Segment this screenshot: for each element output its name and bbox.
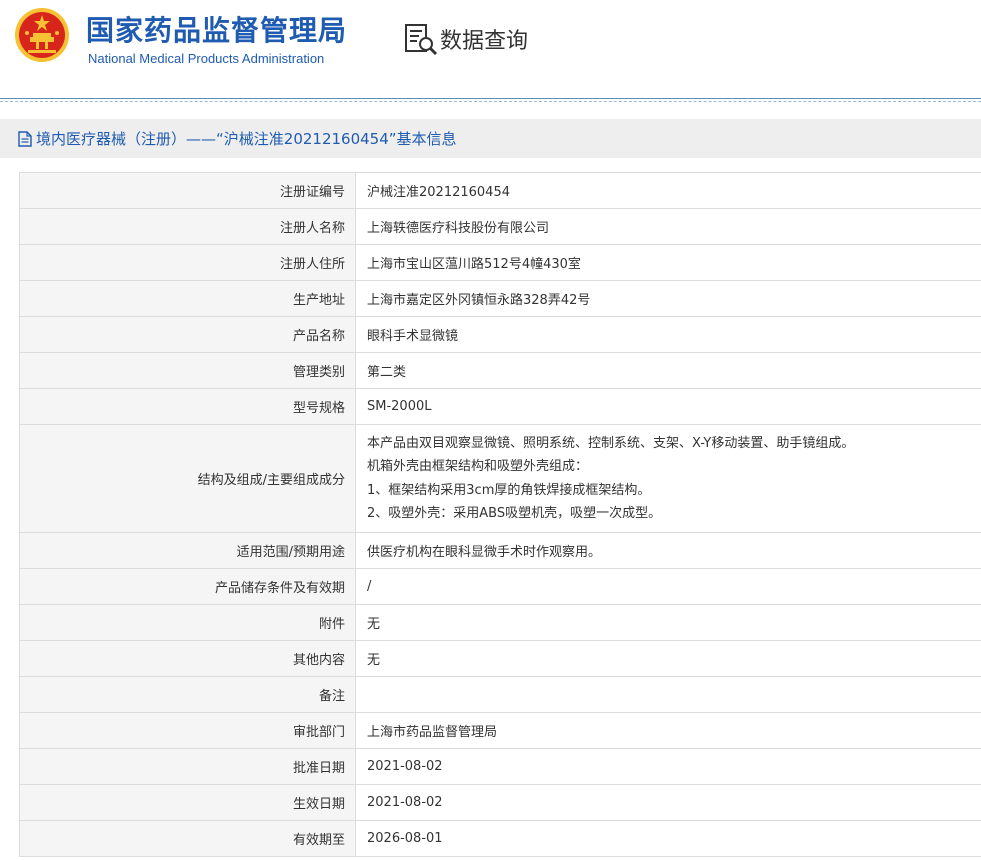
table-row: 其他内容 无 [19, 640, 981, 677]
field-value: 2026-08-01 [355, 820, 981, 857]
field-value: SM-2000L [355, 388, 981, 425]
field-value [355, 676, 981, 713]
field-label: 产品名称 [19, 316, 356, 353]
site-title[interactable]: 国家药品监督管理局 [86, 9, 347, 49]
field-value: 2021-08-02 [355, 784, 981, 821]
field-label: 注册人住所 [19, 244, 356, 281]
field-value-line: 1、框架结构采用3cm厚的角铁焊接成框架结构。 [367, 482, 651, 498]
table-row: 批准日期 2021-08-02 [19, 748, 981, 785]
field-label: 其他内容 [19, 640, 356, 677]
header-divider-dashed [0, 101, 981, 102]
document-search-icon [405, 24, 438, 56]
device-info-table: 注册证编号 沪械注准20212160454 注册人名称 上海轶德医疗科技股份有限… [19, 172, 981, 857]
table-row: 适用范围/预期用途 供医疗机构在眼科显微手术时作观察用。 [19, 532, 981, 569]
national-emblem-icon [15, 8, 69, 62]
field-value: 第二类 [355, 352, 981, 389]
field-value-line: 2、吸塑外壳：采用ABS吸塑机壳，吸塑一次成型。 [367, 506, 662, 521]
table-row: 注册证编号 沪械注准20212160454 [19, 172, 981, 209]
field-label: 适用范围/预期用途 [19, 532, 356, 569]
table-row: 审批部门 上海市药品监督管理局 [19, 712, 981, 749]
field-label: 产品储存条件及有效期 [19, 568, 356, 605]
table-row: 型号规格 SM-2000L [19, 388, 981, 425]
field-value: / [355, 568, 981, 605]
field-label: 附件 [19, 604, 356, 641]
field-label: 生产地址 [19, 280, 356, 317]
field-value-line: 本产品由双目观察显微镜、照明系统、控制系统、支架、X-Y移动装置、助手镜组成。 [367, 435, 855, 451]
field-value: 上海市药品监督管理局 [355, 712, 981, 749]
data-query-link[interactable]: 数据查询 [404, 22, 528, 56]
field-value: 供医疗机构在眼科显微手术时作观察用。 [355, 532, 981, 569]
table-row: 注册人名称 上海轶德医疗科技股份有限公司 [19, 208, 981, 245]
table-row: 结构及组成/主要组成成分 本产品由双目观察显微镜、照明系统、控制系统、支架、X-… [19, 424, 981, 533]
field-label: 生效日期 [19, 784, 356, 821]
field-label: 注册证编号 [19, 172, 356, 209]
field-value-multiline: 本产品由双目观察显微镜、照明系统、控制系统、支架、X-Y移动装置、助手镜组成。 … [355, 424, 981, 533]
field-label: 批准日期 [19, 748, 356, 785]
site-subtitle: National Medical Products Administration [88, 51, 325, 66]
field-label: 审批部门 [19, 712, 356, 749]
table-row: 管理类别 第二类 [19, 352, 981, 389]
data-query-label: 数据查询 [440, 29, 529, 54]
site-header: 国家药品监督管理局 National Medical Products Admi… [0, 0, 981, 92]
field-value: 无 [355, 604, 981, 641]
field-value: 沪械注准20212160454 [355, 172, 981, 209]
field-label: 有效期至 [19, 820, 356, 857]
table-row: 附件 无 [19, 604, 981, 641]
table-row: 生产地址 上海市嘉定区外冈镇恒永路328弄42号 [19, 280, 981, 317]
table-row: 有效期至 2026-08-01 [19, 820, 981, 857]
table-row: 产品储存条件及有效期 / [19, 568, 981, 605]
field-label: 备注 [19, 676, 356, 713]
field-value: 上海市宝山区蕰川路512号4幢430室 [355, 244, 981, 281]
header-divider [0, 98, 981, 99]
field-value: 上海轶德医疗科技股份有限公司 [355, 208, 981, 245]
field-value: 眼科手术显微镜 [355, 316, 981, 353]
field-label: 注册人名称 [19, 208, 356, 245]
field-label: 型号规格 [19, 388, 356, 425]
table-row: 备注 [19, 676, 981, 713]
table-row: 生效日期 2021-08-02 [19, 784, 981, 821]
table-row: 注册人住所 上海市宝山区蕰川路512号4幢430室 [19, 244, 981, 281]
field-value: 无 [355, 640, 981, 677]
field-value: 2021-08-02 [355, 748, 981, 785]
field-value: 上海市嘉定区外冈镇恒永路328弄42号 [355, 280, 981, 317]
field-label: 结构及组成/主要组成成分 [19, 424, 356, 533]
table-row: 产品名称 眼科手术显微镜 [19, 316, 981, 353]
panel-title-bar: 境内医疗器械（注册）——“沪械注准20212160454”基本信息 [0, 119, 981, 158]
panel-title: 境内医疗器械（注册）——“沪械注准20212160454”基本信息 [36, 130, 457, 148]
document-icon [18, 130, 32, 147]
field-value-line: 机箱外壳由框架结构和吸塑外壳组成： [367, 459, 589, 474]
field-label: 管理类别 [19, 352, 356, 389]
